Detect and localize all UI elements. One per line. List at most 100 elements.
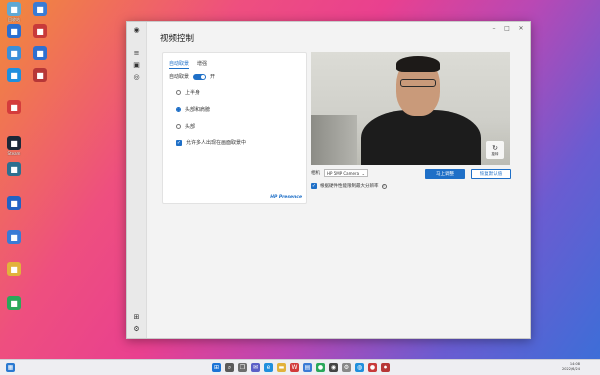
desktop-edge-icon[interactable]: ■ — [1, 68, 27, 83]
app-icon-9: ■ — [7, 100, 21, 114]
record-icon[interactable]: ⏺ — [381, 363, 390, 372]
video-control-window: ◉ ≡ ▣ ◎ ⊞ ⚙ 视频控制 – □ ✕ 自动取景 增强 自动取景 开 上半… — [126, 21, 531, 339]
restore-defaults-button[interactable]: 恢复默认值 — [471, 169, 511, 179]
edge-icon[interactable]: e — [264, 363, 273, 372]
store-icon[interactable]: ▤ — [303, 363, 312, 372]
rotate-button[interactable]: ↻ 旋转 — [486, 141, 504, 159]
media-icon[interactable]: ● — [368, 363, 377, 372]
folder-icon-2: ■ — [7, 262, 21, 276]
option-label: 头部和肩膀 — [185, 107, 211, 113]
camera-app-icon[interactable]: ◉ — [329, 363, 338, 372]
close-button[interactable]: ✕ — [515, 24, 527, 33]
app-icon-5: ■ — [7, 46, 21, 60]
multi-person-row[interactable]: ✓ 允许多人出现在画面取景中 — [176, 139, 246, 146]
app-icon[interactable]: ● — [316, 363, 325, 372]
menu-icon[interactable]: ≡ — [131, 48, 142, 57]
desktop-app-icon-9[interactable]: ■ — [1, 100, 27, 115]
camera-value: HP 5MP Camera — [327, 170, 360, 176]
multi-person-label: 允许多人出现在画面取景中 — [186, 140, 247, 146]
start-icon[interactable]: ⊞ — [212, 363, 221, 372]
desktop-app-icon-4[interactable]: ■ — [27, 24, 53, 39]
maximize-button[interactable]: □ — [501, 24, 513, 33]
radio-upper-body[interactable] — [176, 90, 181, 95]
minimize-button[interactable]: – — [488, 24, 500, 33]
option-head[interactable]: 头部 — [176, 123, 195, 130]
task-view-icon[interactable]: ❐ — [238, 363, 247, 372]
window-title: 视频控制 — [160, 34, 195, 44]
radio-head[interactable] — [176, 124, 181, 129]
app-icon-13: ■ — [7, 230, 21, 244]
desktop-app-icon-13[interactable]: ■ — [1, 230, 27, 245]
desktop-app-icon-5[interactable]: ■ — [1, 46, 27, 61]
option-label: 头部 — [185, 124, 196, 130]
edge-icon: ■ — [7, 68, 21, 82]
desktop-recycle-bin-icon[interactable]: ■ 回收站 — [1, 2, 27, 22]
multi-person-checkbox[interactable]: ✓ — [176, 139, 182, 146]
autoframe-panel: 自动取景 增强 自动取景 开 上半身 头部和肩膀 头部 ✓ 允许多人出现在画面取… — [162, 52, 307, 204]
desktop-app-icon-8[interactable]: ■ — [27, 68, 53, 83]
camera-row: 相机 HP 5MP Camera ⌄ — [311, 169, 368, 177]
app-icon-12: ■ — [7, 196, 21, 210]
radio-head-shoulders[interactable] — [176, 107, 181, 112]
explorer-icon[interactable]: ▬ — [277, 363, 286, 372]
chat-icon[interactable]: ✉ — [251, 363, 260, 372]
camera-label: 相机 — [311, 171, 320, 176]
app-icon-2: ■ — [33, 2, 47, 16]
app-logo-icon: ◉ — [133, 25, 140, 34]
widgets-icon[interactable]: ▦ — [6, 363, 15, 372]
camera-select[interactable]: HP 5MP Camera ⌄ — [324, 169, 368, 177]
desktop-app-icon-2[interactable]: ■ — [27, 2, 53, 17]
desktop-icon-label: Steam — [7, 151, 21, 156]
autoframe-toggle[interactable] — [193, 73, 207, 80]
desktop-app-icon-6[interactable]: ■ — [27, 46, 53, 61]
app-icon-11: ■ — [7, 162, 21, 176]
resolution-limit-label: 根据硬件性能限制最大分辨率 — [320, 184, 379, 189]
recycle-bin-icon: ■ — [7, 2, 21, 16]
steam-icon: ■ — [7, 136, 21, 150]
rotate-label: 旋转 — [491, 151, 499, 156]
app-icon-8: ■ — [33, 68, 47, 82]
video-icon[interactable]: ▣ — [131, 60, 142, 69]
desktop-icon-label: 回收站 — [8, 17, 20, 22]
brand-label: HP Presence — [270, 195, 302, 200]
tab-enhance[interactable]: 增强 — [197, 60, 207, 69]
desktop-app-icon-11[interactable]: ■ — [1, 162, 27, 177]
settings-icon[interactable]: ⚙ — [131, 324, 142, 333]
chevron-down-icon: ⌄ — [361, 170, 365, 176]
clock-date: 2022/6/24 — [562, 367, 580, 371]
tab-autoframe[interactable]: 自动取景 — [169, 60, 190, 69]
preview-person-body — [361, 110, 481, 165]
autoframe-toggle-row: 自动取景 开 — [169, 73, 215, 80]
option-upper-body[interactable]: 上半身 — [176, 89, 200, 96]
rotate-icon: ↻ — [492, 143, 498, 152]
resolution-limit-row[interactable]: ✓ 根据硬件性能限制最大分辨率 i — [311, 183, 387, 189]
app-icon-15: ■ — [7, 296, 21, 310]
app-icon-6: ■ — [33, 46, 47, 60]
settings-app-icon[interactable]: ⚙ — [342, 363, 351, 372]
system-clock[interactable]: 14:08 2022/6/24 — [562, 362, 580, 372]
desktop-app-icon-15[interactable]: ■ — [1, 296, 27, 311]
autoframe-state: 开 — [210, 74, 216, 80]
tab-bar: 自动取景 增强 — [169, 60, 207, 69]
desktop-folder-icon[interactable]: ■ — [1, 24, 27, 39]
desktop-app-icon-12[interactable]: ■ — [1, 196, 27, 211]
folder-icon: ■ — [7, 24, 21, 38]
option-head-shoulders[interactable]: 头部和肩膀 — [176, 106, 210, 113]
adjust-now-button[interactable]: 马上调整 — [425, 169, 465, 179]
search-icon[interactable]: ⌕ — [225, 363, 234, 372]
browser-icon[interactable]: ◍ — [355, 363, 364, 372]
autoframe-label: 自动取景 — [169, 74, 190, 80]
app-icon-4: ■ — [33, 24, 47, 38]
camera-preview: ↻ 旋转 — [311, 52, 510, 165]
wps-icon[interactable]: W — [290, 363, 299, 372]
eye-icon[interactable]: ◎ — [131, 72, 142, 81]
navigation-rail: ◉ ≡ ▣ ◎ ⊞ ⚙ — [127, 22, 147, 338]
preview-shelf — [311, 115, 357, 165]
desktop-folder-icon-2[interactable]: ■ — [1, 262, 27, 277]
preview-person-glasses — [400, 79, 436, 87]
info-icon[interactable]: i — [381, 183, 387, 189]
preview-person-hair — [396, 56, 440, 72]
resolution-limit-checkbox[interactable]: ✓ — [311, 183, 317, 189]
apps-icon[interactable]: ⊞ — [131, 312, 142, 321]
desktop-steam-icon[interactable]: ■ Steam — [1, 136, 27, 156]
